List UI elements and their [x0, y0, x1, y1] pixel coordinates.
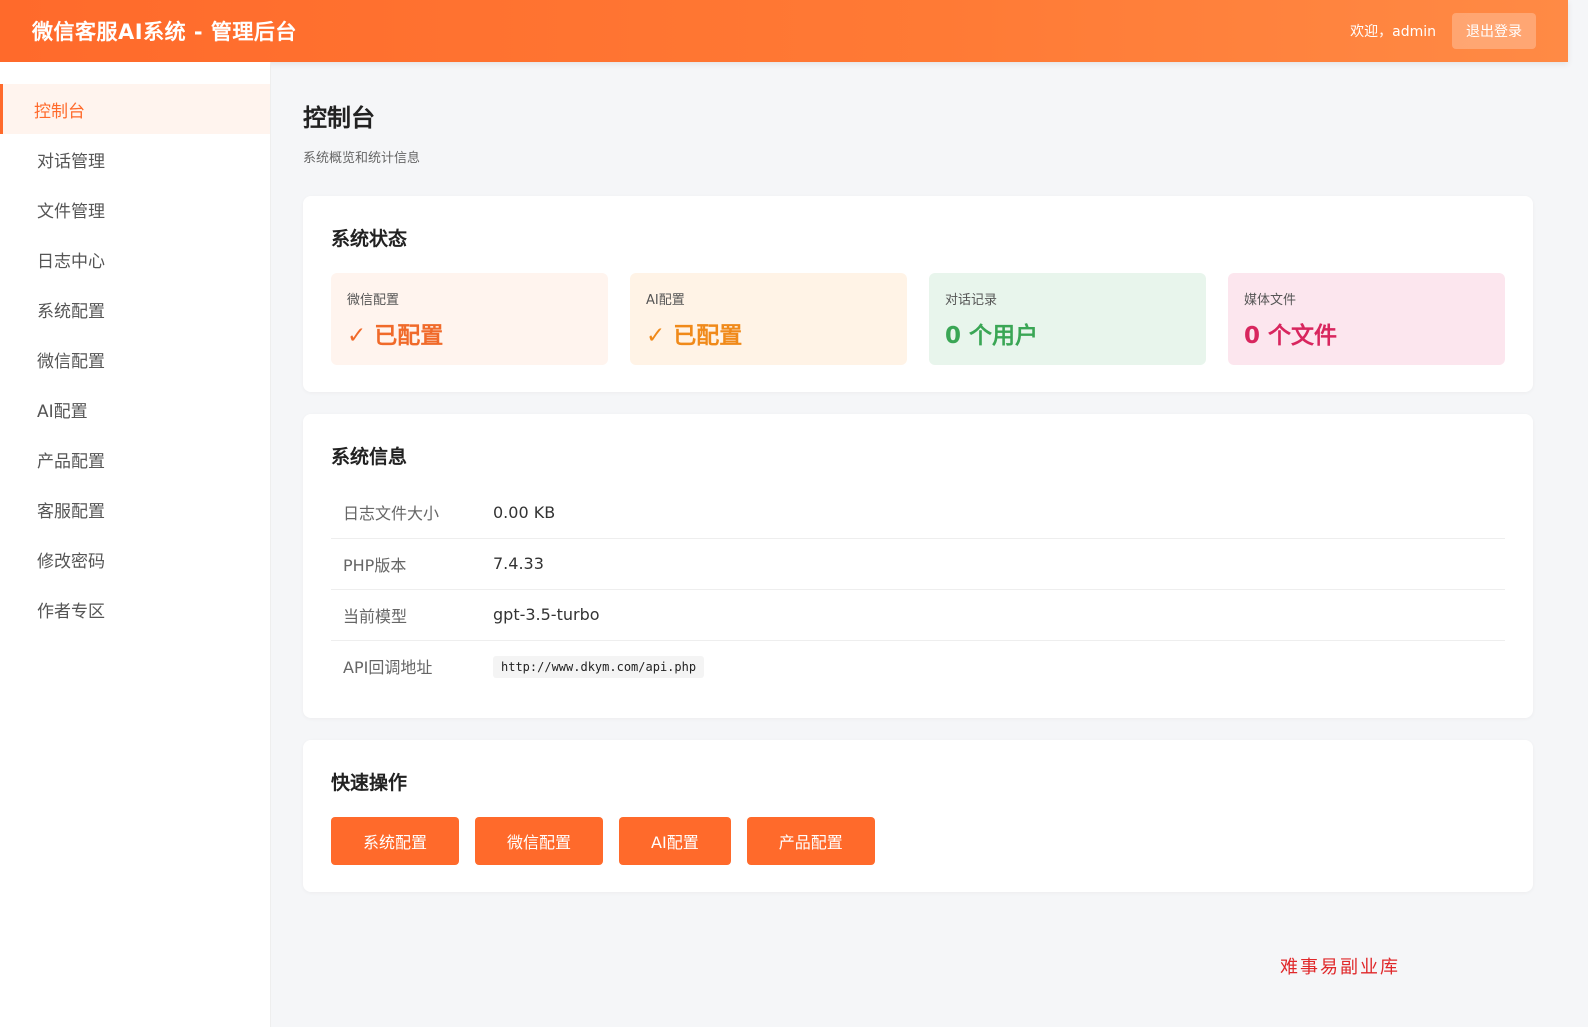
- stat-value: ✓ 已配置: [646, 323, 743, 349]
- sidebar: 控制台 对话管理 文件管理 日志中心 系统配置 微信配置 AI配置 产品配置 客…: [0, 62, 271, 1027]
- header-user-area: 欢迎，admin 退出登录: [1350, 13, 1536, 49]
- quick-ai-config-button[interactable]: AI配置: [619, 817, 731, 865]
- quick-wechat-config-button[interactable]: 微信配置: [475, 817, 604, 865]
- quick-actions-card: 快速操作 系统配置 微信配置 AI配置 产品配置: [303, 740, 1533, 892]
- info-value: gpt-3.5-turbo: [493, 589, 1505, 641]
- app-title: 微信客服AI系统 - 管理后台: [32, 20, 297, 44]
- info-key: 日志文件大小: [331, 487, 493, 539]
- status-stats: 微信配置 ✓ 已配置 AI配置 ✓ 已配置 对话记录 0 个用户 媒体文件 0 …: [331, 273, 1505, 365]
- stat-label: 微信配置: [347, 293, 400, 308]
- section-title-status: 系统状态: [331, 228, 408, 250]
- stat-ai-config: AI配置 ✓ 已配置: [630, 273, 907, 365]
- stat-label: AI配置: [646, 293, 685, 308]
- table-row: 当前模型 gpt-3.5-turbo: [331, 589, 1505, 641]
- stat-value: 0 个文件: [1244, 323, 1338, 349]
- sidebar-item-conversations[interactable]: 对话管理: [0, 134, 270, 184]
- info-value-cell: http://www.dkym.com/api.php: [493, 640, 1505, 691]
- sidebar-item-wechat-config[interactable]: 微信配置: [0, 334, 270, 384]
- stat-value: 0 个用户: [945, 323, 1039, 349]
- sidebar-item-change-password[interactable]: 修改密码: [0, 534, 270, 584]
- system-status-card: 系统状态 微信配置 ✓ 已配置 AI配置 ✓ 已配置 对话记录 0 个用户 媒体…: [303, 196, 1533, 392]
- stat-conversations: 对话记录 0 个用户: [929, 273, 1206, 365]
- stat-value: ✓ 已配置: [347, 323, 444, 349]
- page-title: 控制台: [303, 104, 375, 132]
- info-value: 7.4.33: [493, 538, 1505, 590]
- sidebar-item-ai-config[interactable]: AI配置: [0, 384, 270, 434]
- quick-action-buttons: 系统配置 微信配置 AI配置 产品配置: [331, 817, 1505, 865]
- welcome-text: 欢迎，admin: [1350, 24, 1436, 40]
- top-header: 微信客服AI系统 - 管理后台 欢迎，admin 退出登录: [0, 0, 1568, 62]
- stat-wechat-config: 微信配置 ✓ 已配置: [331, 273, 608, 365]
- info-key: PHP版本: [331, 538, 493, 590]
- main-content: 控制台 系统概览和统计信息 系统状态 微信配置 ✓ 已配置 AI配置 ✓ 已配置…: [303, 62, 1533, 892]
- stat-label: 媒体文件: [1244, 293, 1297, 308]
- sidebar-item-author[interactable]: 作者专区: [0, 584, 270, 634]
- page-subtitle: 系统概览和统计信息: [303, 151, 421, 166]
- table-row: 日志文件大小 0.00 KB: [331, 487, 1505, 539]
- section-title-quick: 快速操作: [331, 772, 408, 794]
- table-row: API回调地址 http://www.dkym.com/api.php: [331, 640, 1505, 691]
- sidebar-item-system-config[interactable]: 系统配置: [0, 284, 270, 334]
- watermark-text: 难事易副业库: [1280, 957, 1400, 978]
- stat-label: 对话记录: [945, 293, 998, 308]
- api-callback-url: http://www.dkym.com/api.php: [493, 656, 705, 679]
- section-title-info: 系统信息: [331, 446, 408, 468]
- sidebar-item-service-config[interactable]: 客服配置: [0, 484, 270, 534]
- sidebar-item-logs[interactable]: 日志中心: [0, 234, 270, 284]
- sidebar-item-files[interactable]: 文件管理: [0, 184, 270, 234]
- quick-system-config-button[interactable]: 系统配置: [331, 817, 460, 865]
- system-info-card: 系统信息 日志文件大小 0.00 KB PHP版本 7.4.33 当前模型 gp…: [303, 414, 1533, 718]
- info-key: API回调地址: [343, 657, 433, 677]
- info-key: 当前模型: [331, 589, 493, 641]
- info-value: 0.00 KB: [493, 487, 1505, 539]
- sidebar-item-product-config[interactable]: 产品配置: [0, 434, 270, 484]
- system-info-table: 日志文件大小 0.00 KB PHP版本 7.4.33 当前模型 gpt-3.5…: [331, 487, 1505, 691]
- table-row: PHP版本 7.4.33: [331, 538, 1505, 590]
- quick-product-config-button[interactable]: 产品配置: [746, 817, 875, 865]
- sidebar-item-dashboard[interactable]: 控制台: [0, 84, 270, 134]
- logout-button[interactable]: 退出登录: [1452, 13, 1536, 49]
- stat-media-files: 媒体文件 0 个文件: [1228, 273, 1505, 365]
